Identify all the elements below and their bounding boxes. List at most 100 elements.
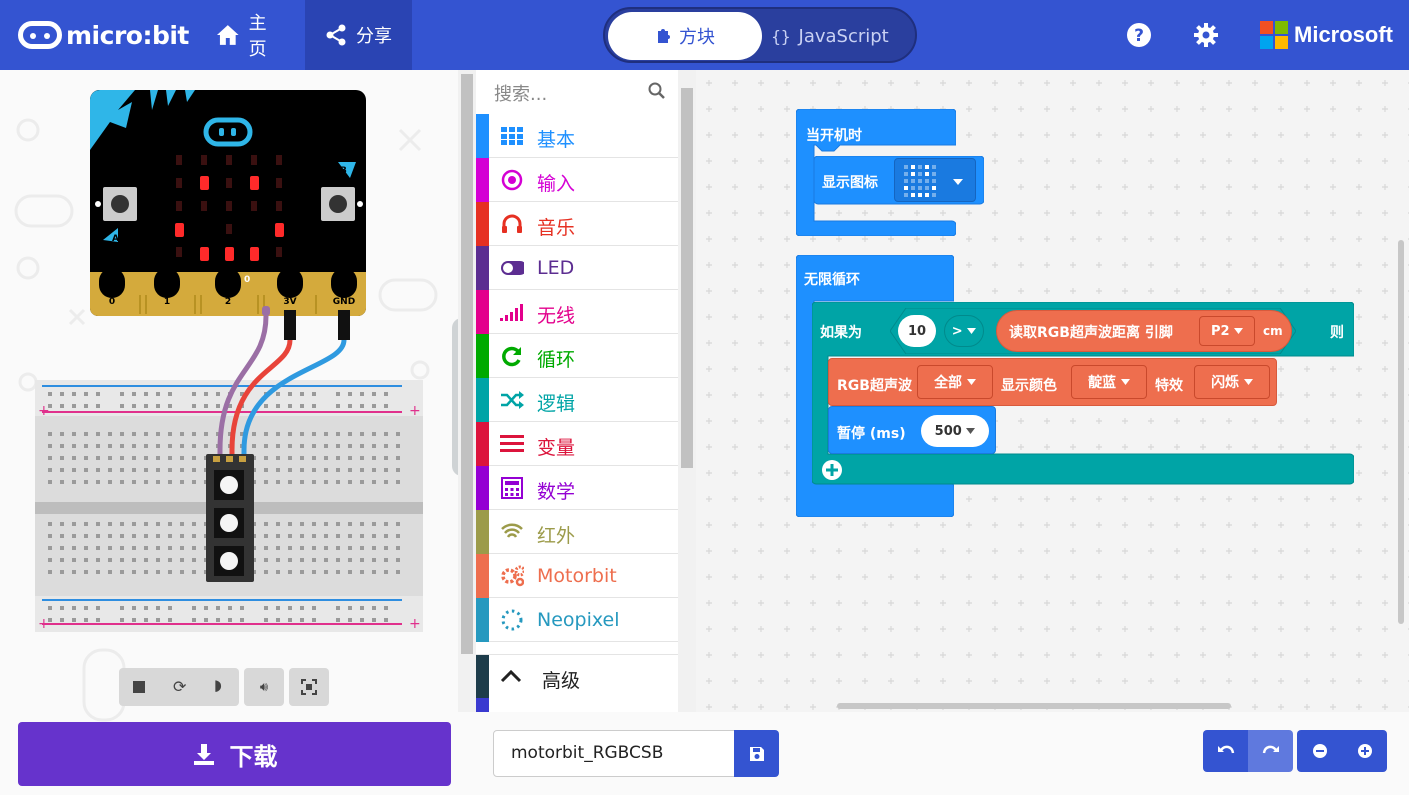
on-start-label: 当开机时 (806, 128, 862, 144)
toolbox: 搜索... 基本输入音乐 LED 无线循环逻辑变量数学红外 Motorbit Neopi… (476, 70, 694, 712)
help-icon[interactable]: ? (1124, 20, 1154, 50)
fullscreen-icon (301, 679, 317, 695)
category-color-bar (476, 466, 489, 510)
icon-picker-dropdown[interactable] (894, 158, 976, 202)
comparison-block[interactable]: 10 > 读取RGB超声波距离 引脚 P2 cm (890, 308, 1296, 354)
blocks-workspace[interactable]: 当开机时 显示图标 无限循环 如果为 则 10 > 读取RGB超声波距离 引脚 … (696, 70, 1409, 712)
zoom-out-button[interactable] (1297, 730, 1342, 772)
category-label: 输入 (537, 173, 576, 195)
color-dropdown[interactable]: 靛蓝 (1071, 365, 1147, 399)
show-icon-block[interactable]: 显示图标 (814, 156, 984, 206)
javascript-mode-label: JavaScript (798, 25, 889, 47)
svg-text:+: + (409, 616, 421, 632)
dropdown-arrow-icon (1234, 328, 1244, 334)
project-name-value: motorbit_RGBCSB (511, 743, 664, 763)
read-distance-label: 读取RGB超声波距离 引脚 (1009, 325, 1173, 341)
share-button[interactable]: 分享 (305, 0, 412, 70)
microbit-logo[interactable]: micro:bit (18, 18, 189, 52)
effect-dropdown[interactable]: 闪烁 (1194, 365, 1270, 399)
show-icon-label: 显示图标 (822, 175, 878, 191)
category-label: 逻辑 (537, 393, 576, 415)
mute-button[interactable]: 🔊︎ (244, 668, 284, 706)
volume-icon: 🔊︎ (259, 679, 269, 695)
toolbox-category-11[interactable]: Neopixel (476, 598, 678, 642)
pause-block[interactable]: 暂停 (ms) 500 (828, 406, 996, 454)
workspace-vertical-scrollbar[interactable] (1398, 240, 1404, 624)
advanced-label: 高级 (542, 670, 581, 692)
smiley-grid-icon (904, 165, 936, 197)
unit-label: cm (1263, 324, 1283, 338)
javascript-mode-button[interactable]: {} JavaScript (755, 12, 905, 60)
restart-icon[interactable]: ⟳ (173, 677, 186, 696)
microsoft-logo[interactable]: Microsoft (1260, 21, 1393, 49)
blocks-mode-button[interactable]: 方块 (608, 12, 762, 60)
compare-left-value[interactable]: 10 (898, 315, 936, 347)
slow-motion-icon[interactable]: ◗ (214, 676, 222, 694)
rgb-ultrasonic-color-block[interactable]: RGB超声波 全部 显示颜色 靛蓝 特效 闪烁 (828, 358, 1277, 406)
toolbox-advanced[interactable]: 高级 (476, 654, 678, 699)
home-button[interactable]: 主页 (196, 0, 304, 70)
toolbox-category-5[interactable]: 循环 (476, 334, 678, 378)
dropdown-arrow-icon (966, 428, 976, 434)
save-button[interactable] (734, 730, 779, 777)
shuffle-icon (500, 389, 524, 411)
toolbox-category-9[interactable]: 红外 (476, 510, 678, 554)
gears-icon (500, 565, 524, 587)
toolbox-category-0[interactable]: 基本 (476, 114, 678, 158)
category-color-bar (476, 334, 489, 378)
search-icon[interactable] (648, 82, 666, 100)
show-color-label: 显示颜色 (1001, 378, 1057, 394)
toolbox-category-8[interactable]: 数学 (476, 466, 678, 510)
microsoft-label: Microsoft (1294, 22, 1393, 47)
add-branch-icon[interactable] (820, 458, 844, 482)
toolbox-category-4[interactable]: 无线 (476, 290, 678, 334)
category-color-bar (476, 510, 489, 554)
category-color-bar (476, 202, 489, 246)
dropdown-arrow-icon (1120, 379, 1130, 385)
zoom-out-icon (1312, 744, 1327, 758)
download-button[interactable]: 下载 (18, 722, 451, 786)
svg-text:+: + (38, 403, 50, 419)
pause-value-dropdown[interactable]: 500 (921, 415, 989, 447)
category-label: 红外 (537, 525, 576, 547)
microbit-logo-icon (18, 21, 62, 49)
download-label: 下载 (229, 742, 278, 771)
toolbox-scrollbar[interactable] (678, 70, 696, 712)
project-name-input[interactable]: motorbit_RGBCSB (493, 730, 735, 777)
pin-dropdown[interactable]: P2 (1199, 316, 1255, 346)
simulator-scrollbar[interactable] (458, 70, 476, 712)
rgb-target-dropdown[interactable]: 全部 (917, 365, 993, 399)
stop-icon[interactable] (133, 681, 145, 693)
category-color-bar (476, 598, 489, 642)
home-icon (216, 25, 239, 45)
gear-icon[interactable] (1191, 20, 1221, 50)
read-distance-block[interactable]: 读取RGB超声波距离 引脚 P2 cm (996, 310, 1292, 352)
toolbox-search-input[interactable]: 搜索... (476, 70, 678, 114)
button-b-label: B (340, 166, 347, 176)
fullscreen-button[interactable] (289, 668, 329, 706)
toolbox-category-3[interactable]: LED (476, 246, 678, 290)
redo-button[interactable] (1248, 730, 1293, 772)
chevron-up-icon (500, 669, 522, 683)
category-label: 循环 (537, 349, 576, 371)
category-label: 变量 (537, 437, 576, 459)
toolbox-category-10[interactable]: Motorbit (476, 554, 678, 598)
toolbox-category-7[interactable]: 变量 (476, 422, 678, 466)
zoom-in-button[interactable] (1342, 730, 1387, 772)
dropdown-arrow-icon (953, 179, 963, 185)
workspace-horizontal-scrollbar[interactable] (837, 703, 1231, 709)
compare-operator-dropdown[interactable]: > (944, 315, 984, 347)
if-label: 如果为 (820, 325, 862, 341)
category-color-bar (476, 158, 489, 202)
pin-3v-label: 3V (283, 297, 296, 307)
category-label: 无线 (537, 305, 576, 327)
toolbox-category-6[interactable]: 逻辑 (476, 378, 678, 422)
zoom-in-icon (1357, 744, 1372, 758)
rgb-target-value: 全部 (934, 375, 963, 391)
undo-button[interactable] (1203, 730, 1248, 772)
toolbox-category-2[interactable]: 音乐 (476, 202, 678, 246)
toolbox-category-1[interactable]: 输入 (476, 158, 678, 202)
rgb-label: RGB超声波 (837, 378, 912, 394)
microsoft-squares-icon (1260, 21, 1288, 49)
color-value: 靛蓝 (1088, 375, 1117, 391)
